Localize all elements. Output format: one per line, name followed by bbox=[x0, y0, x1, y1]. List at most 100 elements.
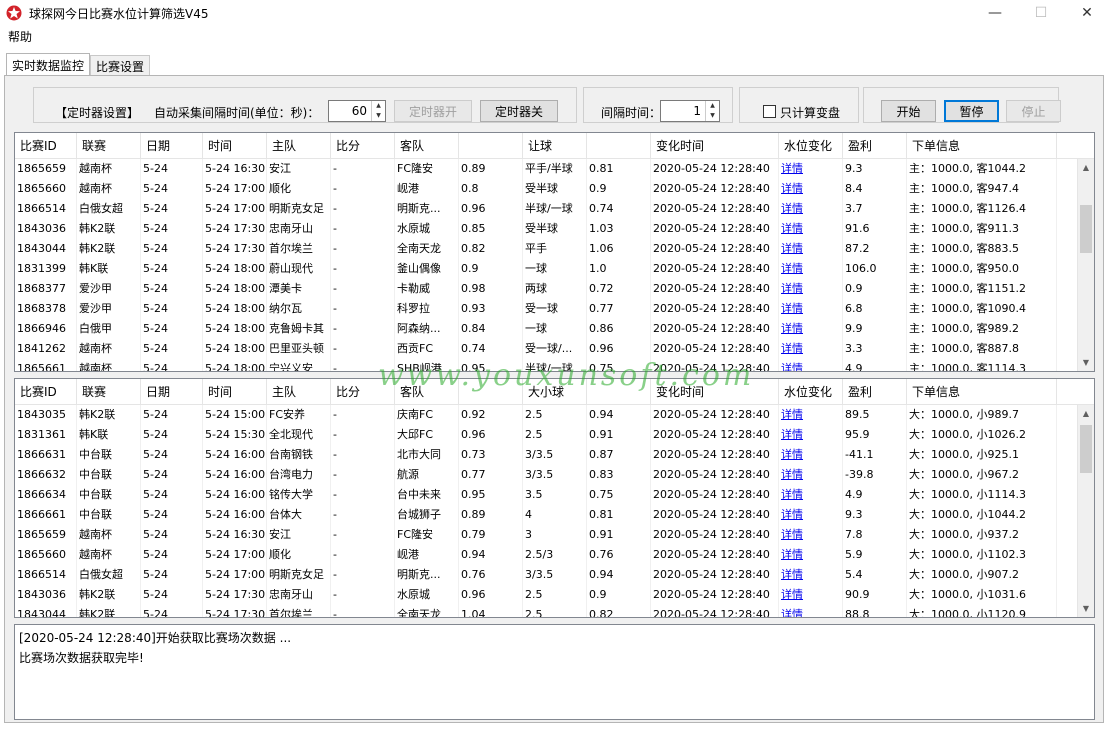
cell-odds-change[interactable]: 详情 bbox=[779, 259, 843, 279]
cell-odds-change[interactable]: 详情 bbox=[779, 279, 843, 299]
table-row[interactable]: 1865659 越南杯 5-24 5-24 16:30 安江 - FC隆安 0.79 3 0.91… bbox=[15, 525, 1094, 545]
col-header-line[interactable]: 大小球 bbox=[523, 379, 587, 404]
timer-off-button[interactable]: 定时器关 bbox=[480, 100, 558, 122]
col-header-odds-change[interactable]: 水位变化 bbox=[779, 379, 843, 404]
close-button[interactable]: ✕ bbox=[1064, 0, 1110, 26]
stop-button[interactable]: 停止 bbox=[1006, 100, 1061, 122]
scroll-up-icon[interactable]: ▲ bbox=[1078, 159, 1094, 176]
tab-realtime-monitor[interactable]: 实时数据监控 bbox=[6, 53, 91, 76]
table-row[interactable]: 1843044 韩K2联 5-24 5-24 17:30 首尔埃兰 - 全南天龙 0.82 平手… bbox=[15, 239, 1094, 259]
col-header-date[interactable]: 日期 bbox=[141, 133, 203, 158]
col-header-time[interactable]: 时间 bbox=[203, 379, 267, 404]
col-header-league[interactable]: 联赛 bbox=[77, 133, 141, 158]
cell-odds-change[interactable]: 详情 bbox=[779, 465, 843, 485]
col-header-profit[interactable]: 盈利 bbox=[843, 379, 907, 404]
table-row[interactable]: 1865660 越南杯 5-24 5-24 17:00 顺化 - 岘港 0.8 受半球 0.9 20… bbox=[15, 179, 1094, 199]
table-row[interactable]: 1831361 韩K联 5-24 5-24 15:30 全北现代 - 大邱FC 0.96 2.5… bbox=[15, 425, 1094, 445]
spin-down-icon[interactable]: ▼ bbox=[706, 111, 719, 121]
table-row[interactable]: 1866514 白俄女超 5-24 5-24 17:00 明斯克女足 - 明斯克... 0.9… bbox=[15, 199, 1094, 219]
cell-odds-change[interactable]: 详情 bbox=[779, 525, 843, 545]
col-header-home-odds[interactable] bbox=[459, 133, 523, 158]
col-header-order-info[interactable]: 下单信息 bbox=[907, 133, 1057, 158]
table-row[interactable]: 1865660 越南杯 5-24 5-24 17:00 顺化 - 岘港 0.94 2.5/3 0.… bbox=[15, 545, 1094, 565]
log-output[interactable]: [2020-05-24 12:28:40]开始获取比赛场次数据 ... 比赛场次… bbox=[14, 624, 1095, 720]
cell-odds-change[interactable]: 详情 bbox=[779, 425, 843, 445]
col-header-change-time[interactable]: 变化时间 bbox=[651, 379, 779, 404]
col-header-order-info[interactable]: 下单信息 bbox=[907, 379, 1057, 404]
cell-odds-change[interactable]: 详情 bbox=[779, 339, 843, 359]
table-row[interactable]: 1866632 中台联 5-24 5-24 16:00 台湾电力 - 航源 0.77 3/3.5… bbox=[15, 465, 1094, 485]
table-row[interactable]: 1868377 爱沙甲 5-24 5-24 18:00 潭美卡 - 卡勒威 0.98 两球 0.7… bbox=[15, 279, 1094, 299]
timer-on-button[interactable]: 定时器开 bbox=[394, 100, 472, 122]
spin-down-icon[interactable]: ▼ bbox=[372, 111, 385, 121]
col-header-away-team[interactable]: 客队 bbox=[395, 379, 459, 404]
table-row[interactable]: 1868378 爱沙甲 5-24 5-24 18:00 纳尔瓦 - 科罗拉 0.93 受一球 0.… bbox=[15, 299, 1094, 319]
scroll-thumb[interactable] bbox=[1080, 425, 1092, 473]
table-row[interactable]: 1831399 韩K联 5-24 5-24 18:00 蔚山现代 - 釜山偶像 0.9 一球 1.… bbox=[15, 259, 1094, 279]
cell-odds-change[interactable]: 详情 bbox=[779, 299, 843, 319]
col-header-away-odds[interactable] bbox=[587, 379, 651, 404]
table-row[interactable]: 1866946 白俄甲 5-24 5-24 18:00 克鲁姆卡其 - 阿森纳... 0.84… bbox=[15, 319, 1094, 339]
scroll-thumb[interactable] bbox=[1080, 205, 1092, 253]
col-header-score[interactable]: 比分 bbox=[331, 133, 395, 158]
table-row[interactable]: 1865659 越南杯 5-24 5-24 16:30 安江 - FC隆安 0.89 平手/半球… bbox=[15, 159, 1094, 179]
col-header-score[interactable]: 比分 bbox=[331, 379, 395, 404]
col-header-match-id[interactable]: 比赛ID bbox=[15, 379, 77, 404]
cell-odds-change[interactable]: 详情 bbox=[779, 585, 843, 605]
vertical-scrollbar[interactable]: ▲ ▼ bbox=[1077, 405, 1094, 617]
col-header-line[interactable]: 让球 bbox=[523, 133, 587, 158]
scroll-down-icon[interactable]: ▼ bbox=[1078, 600, 1094, 617]
tab-match-settings[interactable]: 比赛设置 bbox=[90, 55, 151, 76]
maximize-button[interactable]: ☐ bbox=[1018, 0, 1064, 26]
table-row[interactable]: 1866661 中台联 5-24 5-24 16:00 台体大 - 台城狮子 0.89 4 0.8… bbox=[15, 505, 1094, 525]
cell-odds-change[interactable]: 详情 bbox=[779, 359, 843, 371]
gap-spinner[interactable]: 1 ▲ ▼ bbox=[660, 100, 720, 122]
pause-button[interactable]: 暂停 bbox=[944, 100, 999, 122]
col-header-home-team[interactable]: 主队 bbox=[267, 379, 331, 404]
table-row[interactable]: 1865661 越南杯 5-24 5-24 18:00 宁兴义安 - SHB岘港 0.95 半球… bbox=[15, 359, 1094, 371]
table-row[interactable]: 1843044 韩K2联 5-24 5-24 17:30 首尔埃兰 - 全南天龙 1.04 2.… bbox=[15, 605, 1094, 617]
table-row[interactable]: 1841262 越南杯 5-24 5-24 18:00 巴里亚头顿 - 西贡FC 0.74 受一… bbox=[15, 339, 1094, 359]
cell-profit: 9.3 bbox=[843, 505, 907, 525]
cell-odds-change[interactable]: 详情 bbox=[779, 405, 843, 425]
table-row[interactable]: 1866514 白俄女超 5-24 5-24 17:00 明斯克女足 - 明斯克... 0.7… bbox=[15, 565, 1094, 585]
spin-up-icon[interactable]: ▲ bbox=[372, 101, 385, 111]
scroll-down-icon[interactable]: ▼ bbox=[1078, 354, 1094, 371]
scroll-up-icon[interactable]: ▲ bbox=[1078, 405, 1094, 422]
start-button[interactable]: 开始 bbox=[881, 100, 936, 122]
col-header-change-time[interactable]: 变化时间 bbox=[651, 133, 779, 158]
table-row[interactable]: 1843036 韩K2联 5-24 5-24 17:30 忠南牙山 - 水原城 0.96 2.5… bbox=[15, 585, 1094, 605]
minimize-button[interactable]: — bbox=[972, 0, 1018, 26]
col-header-home-odds[interactable] bbox=[459, 379, 523, 404]
col-header-match-id[interactable]: 比赛ID bbox=[15, 133, 77, 158]
col-header-odds-change[interactable]: 水位变化 bbox=[779, 133, 843, 158]
col-header-away-odds[interactable] bbox=[587, 133, 651, 158]
col-header-time[interactable]: 时间 bbox=[203, 133, 267, 158]
cell-odds-change[interactable]: 详情 bbox=[779, 485, 843, 505]
col-header-profit[interactable]: 盈利 bbox=[843, 133, 907, 158]
cell-odds-change[interactable]: 详情 bbox=[779, 179, 843, 199]
only-changed-checkbox[interactable] bbox=[763, 105, 776, 118]
cell-odds-change[interactable]: 详情 bbox=[779, 319, 843, 339]
col-header-league[interactable]: 联赛 bbox=[77, 379, 141, 404]
col-header-home-team[interactable]: 主队 bbox=[267, 133, 331, 158]
cell-odds-change[interactable]: 详情 bbox=[779, 219, 843, 239]
table-row[interactable]: 1866634 中台联 5-24 5-24 16:00 铭传大学 - 台中未来 0.95 3.5… bbox=[15, 485, 1094, 505]
menu-help[interactable]: 帮助 bbox=[6, 28, 34, 45]
table-row[interactable]: 1843036 韩K2联 5-24 5-24 17:30 忠南牙山 - 水原城 0.85 受半球… bbox=[15, 219, 1094, 239]
cell-odds-change[interactable]: 详情 bbox=[779, 565, 843, 585]
col-header-date[interactable]: 日期 bbox=[141, 379, 203, 404]
cell-odds-change[interactable]: 详情 bbox=[779, 605, 843, 617]
table-row[interactable]: 1866631 中台联 5-24 5-24 16:00 台南钢铁 - 北市大同 0.73 3/3… bbox=[15, 445, 1094, 465]
spin-up-icon[interactable]: ▲ bbox=[706, 101, 719, 111]
col-header-away-team[interactable]: 客队 bbox=[395, 133, 459, 158]
cell-odds-change[interactable]: 详情 bbox=[779, 239, 843, 259]
cell-odds-change[interactable]: 详情 bbox=[779, 445, 843, 465]
cell-odds-change[interactable]: 详情 bbox=[779, 545, 843, 565]
table-row[interactable]: 1843035 韩K2联 5-24 5-24 15:00 FC安养 - 庆南FC 0.92 2.… bbox=[15, 405, 1094, 425]
vertical-scrollbar[interactable]: ▲ ▼ bbox=[1077, 159, 1094, 371]
cell-odds-change[interactable]: 详情 bbox=[779, 159, 843, 179]
interval-spinner[interactable]: 60 ▲ ▼ bbox=[328, 100, 386, 122]
cell-odds-change[interactable]: 详情 bbox=[779, 505, 843, 525]
cell-odds-change[interactable]: 详情 bbox=[779, 199, 843, 219]
